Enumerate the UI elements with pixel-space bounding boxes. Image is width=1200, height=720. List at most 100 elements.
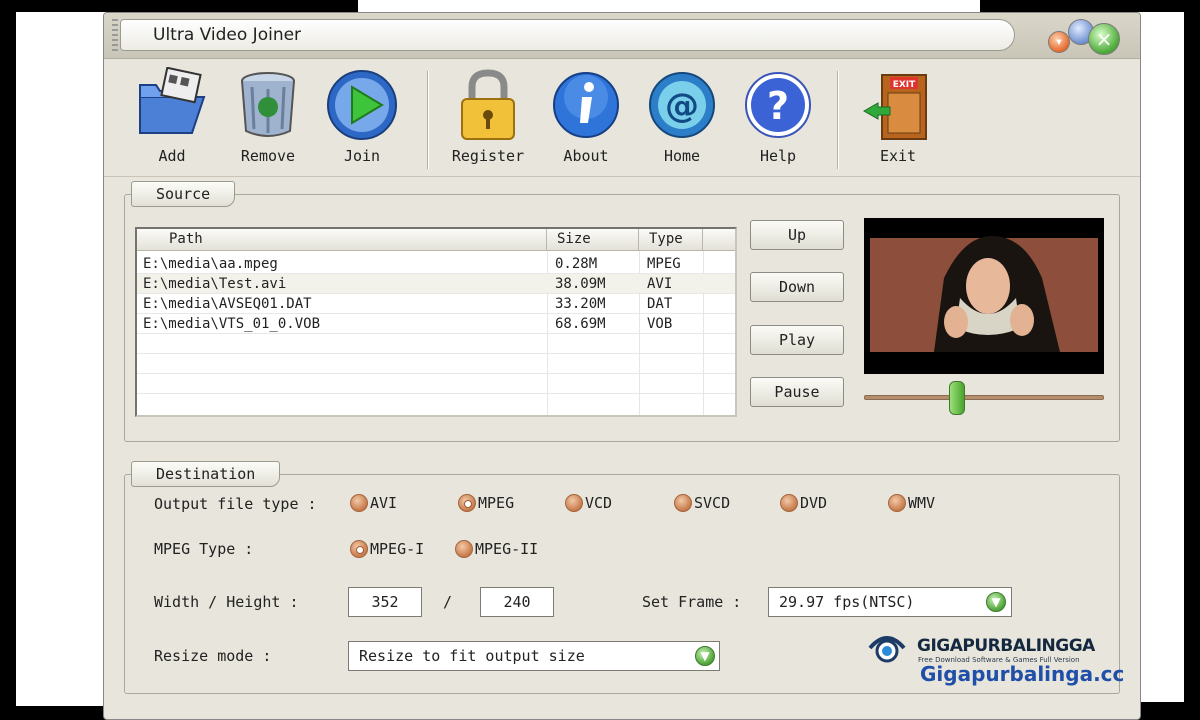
radio-label: SVCD [694,494,731,512]
exit-button[interactable]: EXIT Exit [856,67,940,171]
pause-button[interactable]: Pause [750,377,844,407]
home-label: Home [663,147,701,165]
register-button[interactable]: Register [446,67,530,171]
radio-indicator [780,494,798,512]
table-row[interactable]: E:\media\AVSEQ01.DAT 33.20M DAT [137,294,735,314]
resize-mode-select[interactable]: Resize to fit output size [348,641,720,671]
up-button[interactable]: Up [750,220,844,250]
exit-label: Exit [879,147,917,165]
watermark-brand: GIGAPURBALINGGA [917,636,1095,656]
frame-rate-select[interactable]: 29.97 fps(NTSC) [768,587,1012,617]
source-legend: Source [131,181,236,207]
list-header: Path Size Type [137,229,735,251]
toolbar-separator [837,71,839,169]
radio-indicator [674,494,692,512]
table-row[interactable]: E:\media\VTS_01_0.VOB 68.69M VOB [137,314,735,334]
title-bar[interactable]: Ultra Video Joiner ▾ × [104,13,1140,59]
about-label: About [563,147,609,165]
width-field[interactable]: 352 [348,587,422,617]
watermark-url: Gigapurbalinga.cc [920,662,1125,686]
radio-label: DVD [800,494,828,512]
chevron-down-icon[interactable]: ▼ [695,646,715,666]
add-label: Add [158,147,186,165]
info-icon [553,72,619,138]
radio-label: WMV [908,494,936,512]
help-question-icon: ? [745,72,811,138]
radio-label: MPEG [478,494,515,512]
table-row[interactable]: E:\media\Test.avi 38.09M AVI [137,274,735,294]
row-size: 68.69M [555,316,606,332]
empty-row [137,354,735,374]
radio-indicator [888,494,906,512]
row-type: VOB [647,316,673,332]
frame-rate-value: 29.97 fps(NTSC) [779,593,915,611]
add-button[interactable]: Add [130,67,214,171]
destination-legend: Destination [131,461,281,487]
svg-text:@: @ [665,86,699,126]
letterbox-bar [1184,0,1200,720]
radio-indicator-selected [350,540,368,558]
window-title: Ultra Video Joiner [120,19,1015,51]
folder-add-icon [139,67,206,134]
row-type: MPEG [647,256,681,272]
row-size: 38.09M [555,276,606,292]
row-type: DAT [647,296,673,312]
radio-label: AVI [370,494,398,512]
mpeg-type-label: MPEG Type : [154,540,254,558]
radio-label: MPEG-I [370,540,425,558]
padlock-icon [461,69,515,140]
resize-mode-value: Resize to fit output size [359,647,585,665]
toolbar-separator [427,71,429,169]
down-button[interactable]: Down [750,272,844,302]
play-button[interactable]: Play [750,325,844,355]
height-field[interactable]: 240 [480,587,554,617]
window-controls: ▾ × [1038,17,1126,57]
table-row[interactable]: E:\media\aa.mpeg 0.28M MPEG [137,254,735,274]
playback-slider-thumb[interactable] [949,381,965,415]
row-type: AVI [647,276,673,292]
join-button[interactable]: Join [320,67,404,171]
help-button[interactable]: ? Help [736,67,820,171]
frame-label: Set Frame : [642,593,742,611]
radio-label: VCD [585,494,613,512]
close-button[interactable]: × [1088,23,1120,55]
exit-sign-text: EXIT [893,80,916,90]
playback-slider-track[interactable] [864,395,1104,400]
source-file-list[interactable]: Path Size Type E:\media\aa.mpeg 0.28M MP… [135,227,737,417]
row-path: E:\media\Test.avi [143,276,287,292]
row-path: E:\media\VTS_01_0.VOB [143,316,321,332]
size-label: Width / Height : [154,593,299,611]
resize-label: Resize mode : [154,647,272,665]
home-button[interactable]: @ Home [640,67,724,171]
svg-text:?: ? [767,84,789,128]
radio-label: MPEG-II [475,540,539,558]
column-header-path[interactable]: Path [137,229,547,251]
help-label: Help [759,147,797,165]
radio-indicator [455,540,473,558]
register-label: Register [451,147,525,165]
play-join-icon [327,70,397,140]
exit-door-icon: EXIT [862,74,927,140]
row-size: 0.28M [555,256,598,272]
column-header-type[interactable]: Type [639,229,703,251]
empty-row [137,374,735,394]
radio-indicator [350,494,368,512]
about-button[interactable]: About [544,67,628,171]
letterbox-bar [0,0,358,12]
join-label: Join [343,147,381,165]
row-path: E:\media\aa.mpeg [143,256,278,272]
chevron-down-icon[interactable]: ▼ [986,592,1006,612]
row-path: E:\media\AVSEQ01.DAT [143,296,312,312]
video-preview [864,218,1104,374]
minimize-button[interactable]: ▾ [1048,31,1070,53]
radio-indicator-selected [458,494,476,512]
column-header-size[interactable]: Size [547,229,639,251]
letterbox-bar [980,0,1200,12]
eye-logo-icon [868,636,906,663]
trash-can-icon [241,72,295,137]
remove-button[interactable]: Remove [226,67,310,171]
title-grip [112,19,118,51]
remove-label: Remove [240,147,296,165]
row-size: 33.20M [555,296,606,312]
video-frame-image [864,218,1104,374]
